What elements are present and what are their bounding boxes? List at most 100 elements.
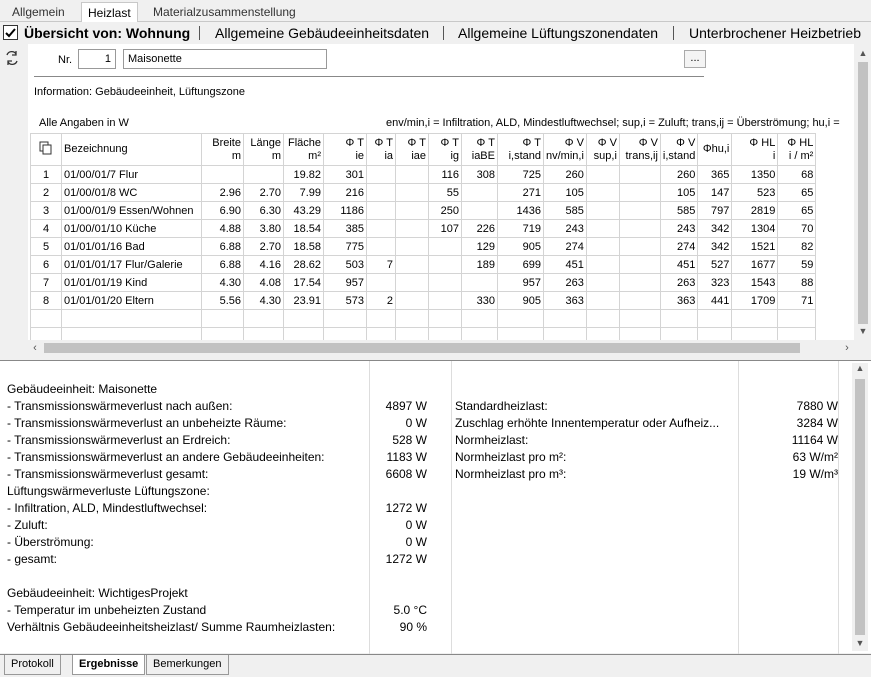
table-cell[interactable]: 363 xyxy=(543,291,587,310)
table-cell[interactable]: 905 xyxy=(497,291,544,310)
row-number[interactable]: 6 xyxy=(30,255,62,274)
scroll-up-icon[interactable]: ▲ xyxy=(852,363,868,373)
link-gebaeudeeinheitsdaten[interactable]: Allgemeine Gebäudeeinheitsdaten xyxy=(215,24,429,42)
table-cell[interactable]: 1677 xyxy=(731,255,779,274)
table-cell[interactable]: 263 xyxy=(659,273,699,292)
row-number[interactable]: 2 xyxy=(30,183,62,202)
tab-protokoll[interactable]: Protokoll xyxy=(4,655,61,675)
table-cell[interactable]: 226 xyxy=(461,219,498,238)
table-cell[interactable]: 274 xyxy=(543,237,587,256)
table-cell[interactable]: 1350 xyxy=(731,165,779,184)
table-cell[interactable]: 4.16 xyxy=(243,255,284,274)
table-cell[interactable]: 260 xyxy=(659,165,699,184)
table-cell[interactable] xyxy=(243,165,284,184)
table-cell[interactable]: 6.30 xyxy=(243,201,284,220)
table-cell[interactable]: 725 xyxy=(497,165,544,184)
table-cell[interactable]: 4.08 xyxy=(243,273,284,292)
table-cell[interactable] xyxy=(395,183,429,202)
room-name-cell[interactable]: 01/01/01/16 Bad xyxy=(61,237,202,256)
table-cell[interactable] xyxy=(395,255,429,274)
table-cell[interactable]: 7 xyxy=(366,255,396,274)
column-header[interactable]: Φ Tie xyxy=(323,133,367,166)
table-cell[interactable]: 1709 xyxy=(731,291,779,310)
table-cell[interactable] xyxy=(366,183,396,202)
tab-materialzusammenstellung[interactable]: Materialzusammenstellung xyxy=(147,2,302,22)
table-cell[interactable] xyxy=(585,237,620,256)
table-cell[interactable] xyxy=(395,291,429,310)
room-name-cell[interactable]: 01/01/01/19 Kind xyxy=(61,273,202,292)
table-cell[interactable]: 1543 xyxy=(731,273,779,292)
table-cell[interactable]: 274 xyxy=(659,237,699,256)
table-cell[interactable]: 342 xyxy=(697,237,733,256)
column-header[interactable]: Φ Tig xyxy=(428,133,462,166)
table-cell[interactable]: 323 xyxy=(697,273,733,292)
table-cell[interactable]: 6.90 xyxy=(201,201,244,220)
column-header[interactable]: Breite m xyxy=(201,133,244,166)
table-cell[interactable]: 342 xyxy=(697,219,733,238)
table-cell[interactable]: 957 xyxy=(497,273,544,292)
horizontal-scrollbar[interactable]: ‹ › xyxy=(28,340,854,356)
table-cell[interactable]: 19.82 xyxy=(283,165,324,184)
table-cell[interactable] xyxy=(618,183,661,202)
table-cell[interactable]: 17.54 xyxy=(283,273,324,292)
table-cell[interactable]: 70 xyxy=(777,219,817,238)
table-cell[interactable]: 271 xyxy=(497,183,544,202)
vertical-scrollbar[interactable]: ▲ ▼ xyxy=(856,48,870,338)
column-header[interactable]: Bezeichnung xyxy=(61,133,202,166)
column-header[interactable]: Φ Ti,stand xyxy=(497,133,544,166)
table-cell[interactable]: 308 xyxy=(461,165,498,184)
table-cell[interactable]: 6.88 xyxy=(201,255,244,274)
row-number[interactable]: 7 xyxy=(30,273,62,292)
table-cell[interactable]: 68 xyxy=(777,165,817,184)
row-number[interactable]: 3 xyxy=(30,201,62,220)
column-header[interactable]: Fläche m² xyxy=(283,133,324,166)
scroll-thumb[interactable] xyxy=(855,379,865,635)
name-field[interactable]: Maisonette xyxy=(123,49,327,69)
table-cell[interactable] xyxy=(201,165,244,184)
table-cell[interactable]: 65 xyxy=(777,201,817,220)
table-cell[interactable] xyxy=(585,183,620,202)
scroll-right-icon[interactable]: › xyxy=(840,340,854,356)
scroll-left-icon[interactable]: ‹ xyxy=(28,340,42,356)
table-cell[interactable]: 905 xyxy=(497,237,544,256)
room-name-cell[interactable]: 01/00/01/7 Flur xyxy=(61,165,202,184)
table-cell[interactable]: 4.30 xyxy=(201,273,244,292)
table-row[interactable]: 8 01/01/01/20 Eltern 5.56 4.30 23.91 573 2 330 9… xyxy=(30,291,817,310)
table-cell[interactable]: 263 xyxy=(543,273,587,292)
table-row[interactable]: 6 01/01/01/17 Flur/Galerie 6.88 4.16 28.62 50… xyxy=(30,255,817,274)
results-scrollbar[interactable]: ▲ ▼ xyxy=(852,363,868,651)
table-cell[interactable]: 1436 xyxy=(497,201,544,220)
table-cell[interactable]: 243 xyxy=(543,219,587,238)
table-cell[interactable]: 65 xyxy=(777,183,817,202)
table-cell[interactable]: 147 xyxy=(697,183,733,202)
table-cell[interactable]: 3.80 xyxy=(243,219,284,238)
row-number[interactable]: 5 xyxy=(30,237,62,256)
table-cell[interactable]: 71 xyxy=(777,291,817,310)
row-number[interactable]: 8 xyxy=(30,291,62,310)
room-name-cell[interactable]: 01/01/01/17 Flur/Galerie xyxy=(61,255,202,274)
table-cell[interactable] xyxy=(366,201,396,220)
table-cell[interactable] xyxy=(618,165,661,184)
scroll-down-icon[interactable]: ▼ xyxy=(856,326,870,338)
table-cell[interactable]: 250 xyxy=(428,201,462,220)
table-cell[interactable]: 216 xyxy=(323,183,367,202)
table-row[interactable]: 2 01/00/01/8 WC 2.96 2.70 7.99 216 55 271 105 105… xyxy=(30,183,817,202)
table-cell[interactable]: 43.29 xyxy=(283,201,324,220)
table-cell[interactable] xyxy=(395,273,429,292)
column-header[interactable]: Φ Vnv/min,i xyxy=(543,133,587,166)
nr-field[interactable]: 1 xyxy=(78,49,116,69)
column-header[interactable]: Φ TiaBE xyxy=(461,133,498,166)
table-cell[interactable]: 116 xyxy=(428,165,462,184)
table-row[interactable]: 1 01/00/01/7 Flur 19.82 301 116 308 725 260 260 3… xyxy=(30,165,817,184)
table-cell[interactable]: 385 xyxy=(323,219,367,238)
scroll-thumb[interactable] xyxy=(44,343,800,353)
table-cell[interactable]: 451 xyxy=(659,255,699,274)
table-cell[interactable] xyxy=(366,219,396,238)
table-cell[interactable]: 775 xyxy=(323,237,367,256)
table-row[interactable]: 5 01/01/01/16 Bad 6.88 2.70 18.58 775 129 905 27… xyxy=(30,237,817,256)
table-cell[interactable]: 797 xyxy=(697,201,733,220)
table-cell[interactable]: 129 xyxy=(461,237,498,256)
table-cell[interactable]: 957 xyxy=(323,273,367,292)
table-cell[interactable] xyxy=(585,165,620,184)
table-cell[interactable] xyxy=(428,273,462,292)
